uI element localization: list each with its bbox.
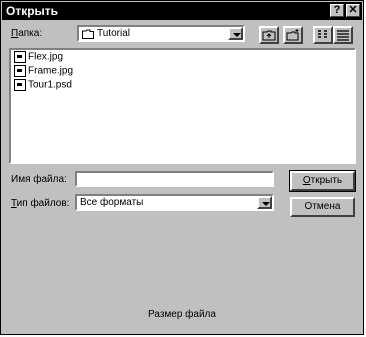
filetype-dropdown-button[interactable] <box>257 196 272 209</box>
lookin-dropdown-button[interactable] <box>228 27 243 40</box>
close-button[interactable]: ✕ <box>346 4 360 17</box>
new-folder-button[interactable] <box>283 26 303 44</box>
new-folder-icon <box>286 29 299 41</box>
list-item[interactable]: Tour1.psd <box>14 79 72 92</box>
filename-label: Имя файла: <box>11 174 67 185</box>
folder-icon <box>82 29 94 42</box>
title-bar[interactable]: Открыть ? ✕ <box>2 2 362 20</box>
list-view-button[interactable] <box>313 26 333 44</box>
lookin-label: Папка: <box>11 28 43 39</box>
open-dialog: Открыть ? ✕ Папка: Tutorial Flex.jpg Fra… <box>0 0 364 335</box>
file-icon <box>14 79 26 91</box>
details-view-button[interactable] <box>333 26 353 44</box>
file-list[interactable]: Flex.jpg Frame.jpg Tour1.psd <box>9 48 356 164</box>
filetype-label: Тип файлов: <box>11 198 70 209</box>
lookin-value: Tutorial <box>97 28 130 39</box>
up-folder-icon <box>262 30 276 41</box>
open-button[interactable]: Открыть <box>289 170 356 192</box>
list-view-icon <box>318 30 327 38</box>
list-item[interactable]: Flex.jpg <box>14 51 63 64</box>
chevron-down-icon <box>262 202 270 206</box>
chevron-down-icon <box>233 33 241 37</box>
details-view-icon <box>337 30 349 41</box>
file-icon <box>14 65 26 77</box>
filename-input[interactable] <box>75 171 274 187</box>
up-folder-button[interactable] <box>259 26 279 44</box>
lookin-combo[interactable]: Tutorial <box>77 25 245 42</box>
window-title: Открыть <box>6 4 59 18</box>
file-size-label: Размер файла <box>148 309 216 320</box>
file-icon <box>14 51 26 63</box>
filetype-value: Все форматы <box>80 197 144 208</box>
list-item[interactable]: Frame.jpg <box>14 65 73 78</box>
cancel-button[interactable]: Отмена <box>290 197 355 217</box>
filetype-combo[interactable]: Все форматы <box>75 194 274 211</box>
help-button[interactable]: ? <box>330 4 344 17</box>
